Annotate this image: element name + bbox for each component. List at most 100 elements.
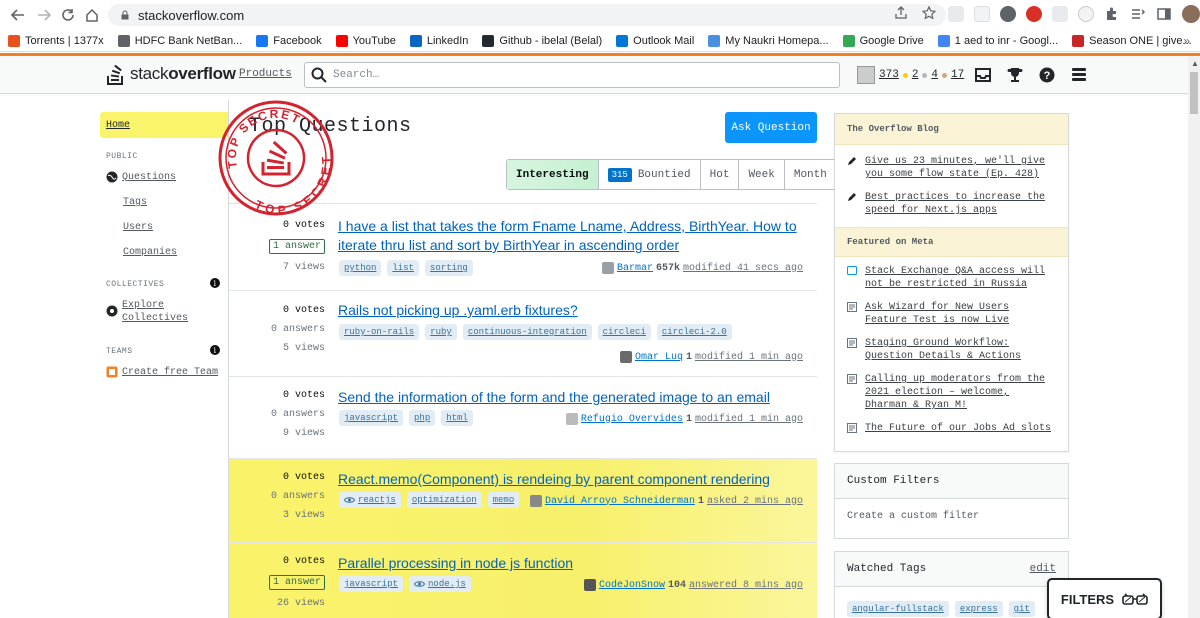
bookmark-item[interactable]: Outlook Mail (616, 34, 694, 47)
tag-chip[interactable]: circleci-2.0 (656, 324, 732, 340)
tag-chip[interactable]: python (339, 260, 382, 276)
user-avatar[interactable] (583, 579, 596, 591)
info-icon[interactable]: i (210, 345, 220, 355)
user-avatar[interactable] (565, 413, 578, 425)
question-title-link[interactable]: I have a list that takes the form Fname … (338, 217, 797, 255)
question-title-link[interactable]: Rails not picking up .yaml.erb fixtures? (338, 301, 578, 320)
bookmark-item[interactable]: YouTube (335, 34, 396, 47)
tag-chip[interactable]: continuous-integration (462, 324, 592, 340)
bookmark-item[interactable]: Facebook (256, 34, 322, 47)
tab-interesting[interactable]: Interesting (507, 160, 598, 189)
nav-companies[interactable]: Companies (100, 247, 228, 258)
tag-chip[interactable]: javascript (339, 576, 404, 592)
watched-tag-chip[interactable]: express (954, 601, 1003, 617)
nav-explore-collectives[interactable]: Explore Collectives (100, 299, 228, 325)
tag-chip[interactable]: ruby-on-rails (339, 324, 420, 340)
site-switcher-icon[interactable] (1070, 66, 1088, 84)
watched-tag-chip[interactable]: angular-fullstack (847, 601, 949, 617)
so-logo[interactable]: stackoverflow (106, 62, 236, 86)
bookmark-item[interactable]: LinkedIn (409, 34, 468, 47)
meta-post-link[interactable]: The Future of our Jobs Ad slots (835, 412, 1068, 435)
tab-week[interactable]: Week (738, 160, 783, 189)
reading-list-icon[interactable] (1130, 6, 1146, 22)
tab-month[interactable]: Month (783, 160, 836, 189)
meta-post-link[interactable]: Ask Wizard for New Users Feature Test is… (835, 291, 1068, 327)
activity-time-link[interactable]: modified 1 min ago (695, 414, 803, 425)
tab-bountied[interactable]: 315 Bountied (597, 160, 700, 189)
tag-chip[interactable]: php (409, 410, 436, 426)
side-panel-icon[interactable] (1156, 6, 1172, 22)
tag-chip[interactable]: circleci (597, 324, 651, 340)
avatar[interactable] (857, 66, 875, 84)
bookmark-item[interactable]: Google Drive (842, 34, 924, 47)
filters-button[interactable]: FILTERS (1047, 578, 1162, 618)
create-filter-link[interactable]: Create a custom filter (835, 499, 1068, 534)
scroll-up-icon[interactable]: ▲ (1191, 59, 1199, 68)
star-icon[interactable] (922, 6, 936, 20)
watched-tag-chip[interactable]: git (1008, 601, 1035, 617)
puzzle-icon[interactable] (1104, 6, 1120, 22)
extension-icon[interactable] (974, 6, 990, 22)
user-name-link[interactable]: CodeJonSnow (599, 580, 665, 591)
tag-chip[interactable]: sorting (425, 260, 473, 276)
user-name-link[interactable]: David Arroyo Schneiderman (545, 496, 695, 507)
user-name-link[interactable]: Omar Luq (635, 352, 683, 363)
trophy-icon[interactable] (1006, 66, 1024, 84)
search-box[interactable] (304, 62, 840, 88)
nav-tags[interactable]: Tags (100, 197, 228, 208)
meta-post-link[interactable]: Stack Exchange Q&A access will not be re… (835, 259, 1068, 291)
cloud-icon[interactable] (1000, 6, 1016, 22)
extension-icon[interactable] (1078, 6, 1094, 22)
nav-users[interactable]: Users (100, 222, 228, 233)
bookmark-item[interactable]: 1 aed to inr - Googl... (937, 34, 1058, 47)
activity-time-link[interactable]: modified 41 secs ago (683, 263, 803, 274)
activity-time-link[interactable]: modified 1 min ago (695, 352, 803, 363)
bookmark-item[interactable]: HDFC Bank NetBan... (117, 34, 242, 47)
user-name-link[interactable]: Refugio Overvides (581, 414, 683, 425)
forward-icon[interactable] (34, 5, 54, 25)
tag-chip[interactable]: ruby (425, 324, 457, 340)
page-scrollbar[interactable]: ▲ (1188, 56, 1200, 618)
question-title-link[interactable]: React.memo(Component) is rendeing by par… (338, 470, 770, 489)
extension-icon[interactable] (1052, 6, 1068, 22)
back-icon[interactable] (8, 5, 28, 25)
user-avatar[interactable] (529, 495, 542, 507)
info-icon[interactable]: i (210, 278, 220, 288)
bookmark-item[interactable]: My Naukri Homepa... (708, 34, 829, 47)
blog-post-link[interactable]: Give us 23 minutes, we'll give you some … (835, 149, 1068, 181)
reload-icon[interactable] (58, 5, 78, 25)
extension-icon[interactable] (1026, 6, 1042, 22)
bookmark-item[interactable]: Torrents | 1377x (8, 34, 104, 47)
tab-hot[interactable]: Hot (699, 160, 739, 189)
tag-chip[interactable]: node.js (409, 576, 471, 592)
ask-question-button[interactable]: Ask Question (725, 112, 817, 143)
activity-time-link[interactable]: asked 2 mins ago (707, 496, 803, 507)
tag-chip[interactable]: html (441, 410, 473, 426)
tag-chip[interactable]: javascript (339, 410, 404, 426)
products-link[interactable]: Products (239, 68, 292, 80)
extension-icon[interactable] (948, 6, 964, 22)
edit-watched-tags-link[interactable]: edit (1030, 563, 1056, 575)
nav-create-team[interactable]: Create free Team (100, 366, 228, 378)
tag-chip[interactable]: optimization (406, 492, 482, 508)
nav-home[interactable]: Home (100, 112, 228, 138)
share-icon[interactable] (894, 6, 908, 20)
tag-chip[interactable]: reactjs (339, 492, 401, 508)
user-name-link[interactable]: Barmar (617, 263, 653, 274)
address-bar[interactable]: stackoverflow.com (108, 4, 946, 26)
home-icon[interactable] (82, 5, 102, 25)
blog-post-link[interactable]: Best practices to increase the speed for… (835, 181, 1068, 217)
tag-chip[interactable]: list (387, 260, 420, 276)
question-title-link[interactable]: Parallel processing in node js function (338, 554, 573, 573)
nav-questions[interactable]: Questions (100, 171, 228, 183)
meta-post-link[interactable]: Staging Ground Workflow: Question Detail… (835, 327, 1068, 363)
bookmark-item[interactable]: Season ONE | give... (1072, 34, 1192, 47)
inbox-icon[interactable] (974, 66, 992, 84)
scroll-thumb[interactable] (1190, 72, 1198, 114)
user-avatar[interactable] (619, 351, 632, 363)
bookmarks-overflow-button[interactable]: » (1183, 34, 1190, 48)
user-card[interactable]: 373 2 4 17 (857, 66, 964, 84)
activity-time-link[interactable]: answered 8 mins ago (689, 580, 803, 591)
meta-post-link[interactable]: Calling up moderators from the 2021 elec… (835, 363, 1068, 412)
profile-avatar[interactable] (1182, 5, 1200, 23)
